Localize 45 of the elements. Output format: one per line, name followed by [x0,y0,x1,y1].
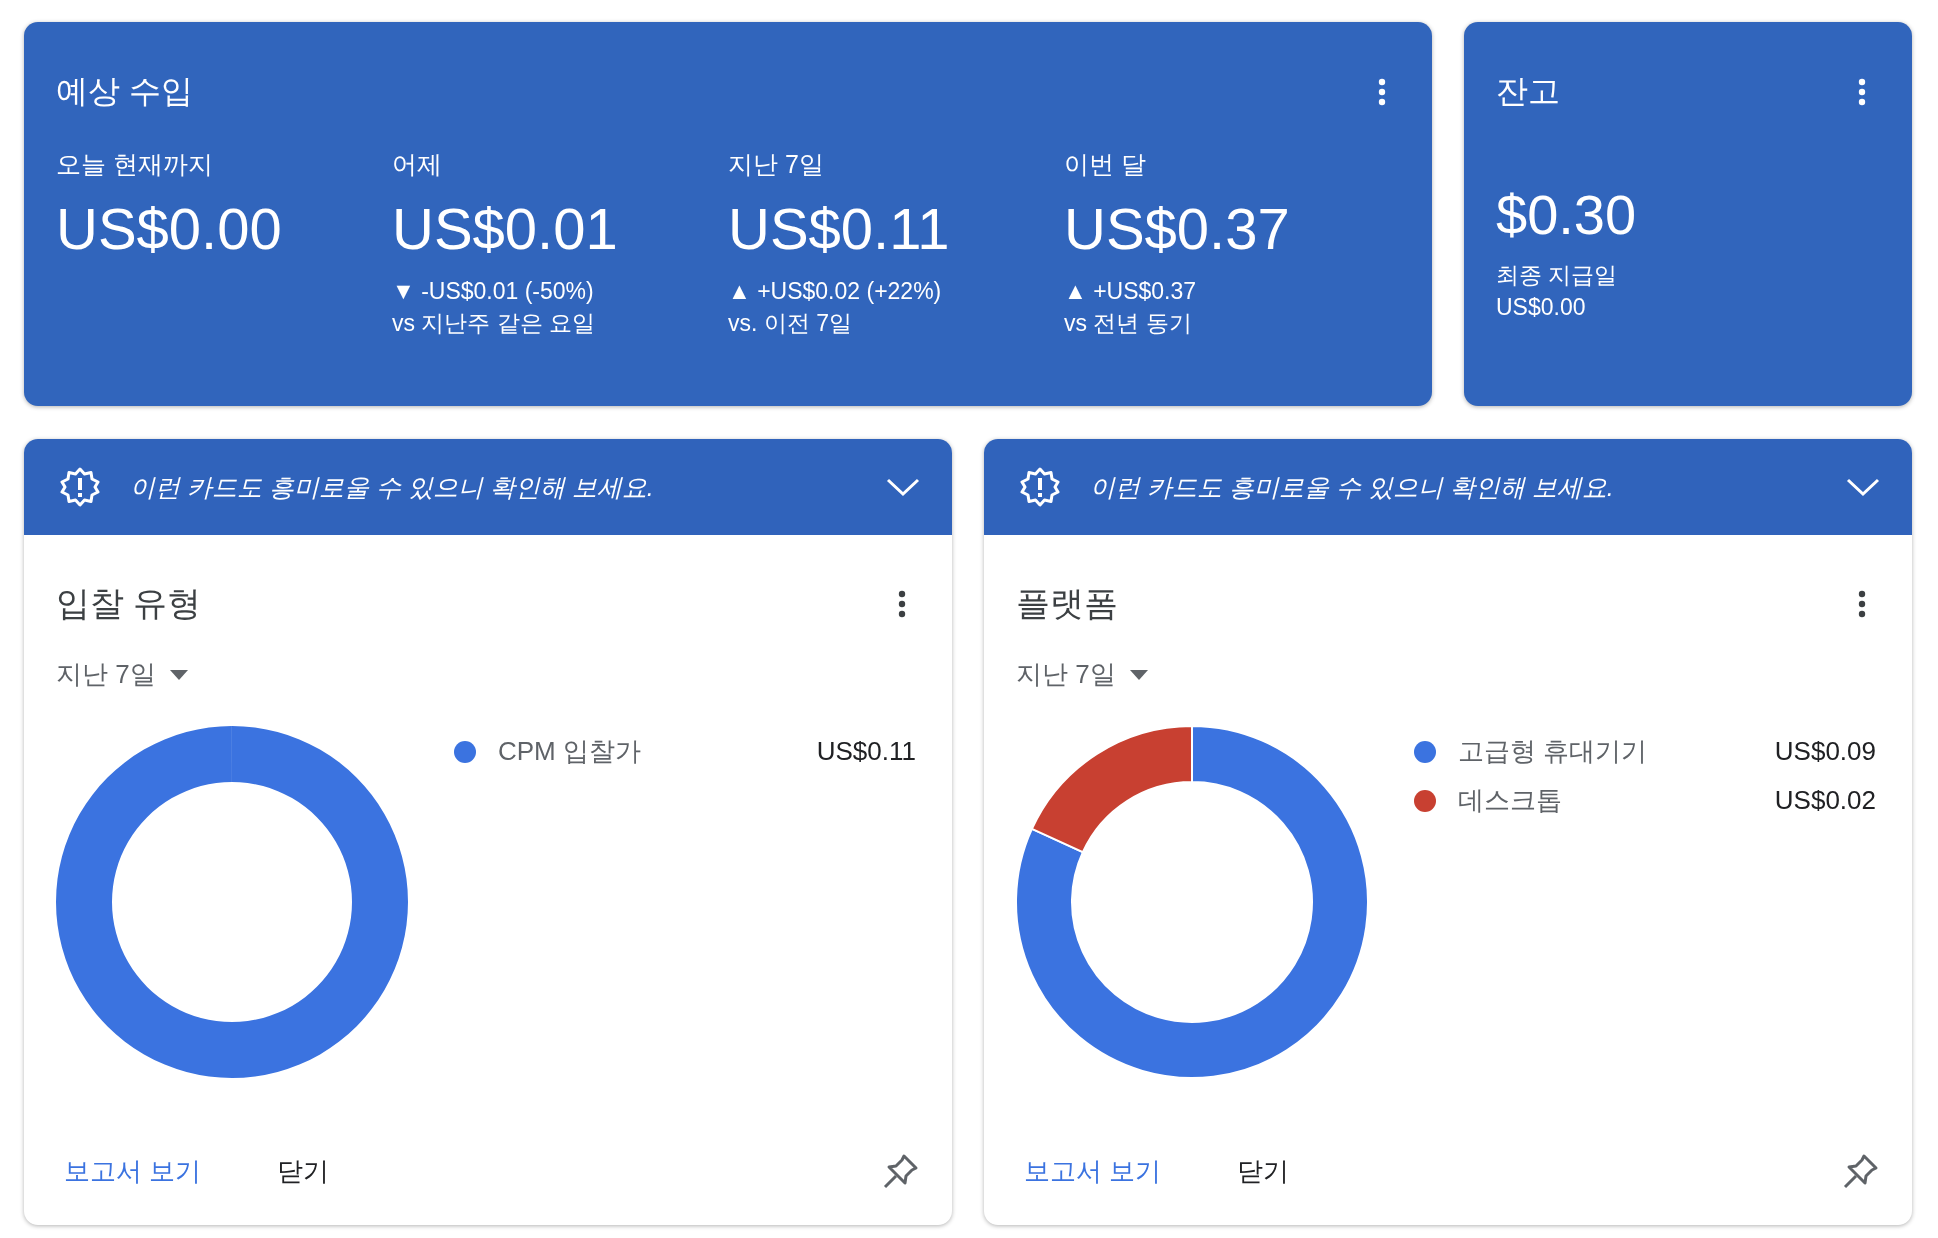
legend-label: 데스크톱 [1458,784,1563,817]
stat-amount: US$0.11 [728,197,951,261]
view-report-link[interactable]: 보고서 보기 [56,1146,210,1197]
banner-text: 이런 카드도 흥미로울 수 있으니 확인해 보세요. [130,471,655,503]
stat-comparison: vs 전년 동기 [1064,308,1193,338]
period-dropdown[interactable]: 지난 7일 [56,657,188,692]
card-title: 입찰 유형 [56,583,202,624]
stat-change: ▼ -US$0.01 (-50%) [392,276,595,306]
last-payment-label: 최종 지급일 [1496,261,1619,290]
more-menu-icon[interactable] [1378,78,1386,106]
legend-value: US$0.09 [1774,736,1876,767]
stat-comparison: vs. 이전 7일 [728,308,853,338]
banner-text: 이런 카드도 흥미로울 수 있으니 확인해 보세요. [1090,471,1615,503]
legend-label: CPM 입찰가 [498,735,642,768]
more-menu-icon[interactable] [1858,590,1866,618]
chevron-down-icon[interactable] [1846,477,1880,497]
stat-label: 오늘 현재까지 [56,149,214,180]
stat-comparison: vs 지난주 같은 요일 [392,308,597,338]
more-menu-icon[interactable] [898,590,906,618]
period-dropdown[interactable]: 지난 7일 [1016,657,1148,692]
card-title: 플랫폼 [1016,583,1118,624]
card-title: 예상 수입 [56,72,193,111]
legend-value: US$0.02 [1774,785,1876,816]
chevron-down-icon[interactable] [886,477,920,497]
stat-amount: US$0.37 [1064,197,1291,261]
close-button[interactable]: 닫기 [1229,1146,1298,1197]
card-title: 잔고 [1496,72,1560,111]
view-report-link[interactable]: 보고서 보기 [1016,1146,1170,1197]
stat-change: ▲ +US$0.37 [1064,276,1198,306]
caret-icon [169,669,188,680]
stat-label: 지난 7일 [728,149,825,180]
balance-amount: $0.30 [1496,182,1638,247]
alert-badge-icon [60,467,100,507]
stat-change: ▲ +US$0.02 (+22%) [728,276,943,306]
stat-amount: US$0.00 [56,197,283,261]
stat-label: 어제 [392,149,443,180]
caret-icon [1129,669,1148,680]
stat-label: 이번 달 [1064,149,1147,180]
close-button[interactable]: 닫기 [269,1146,338,1197]
alert-badge-icon [1020,467,1060,507]
stat-amount: US$0.01 [392,197,619,261]
legend-label: 고급형 휴대기기 [1458,735,1649,768]
legend-value: US$0.11 [816,736,916,767]
more-menu-icon[interactable] [1858,78,1866,106]
last-payment-amount: US$0.00 [1496,293,1587,322]
